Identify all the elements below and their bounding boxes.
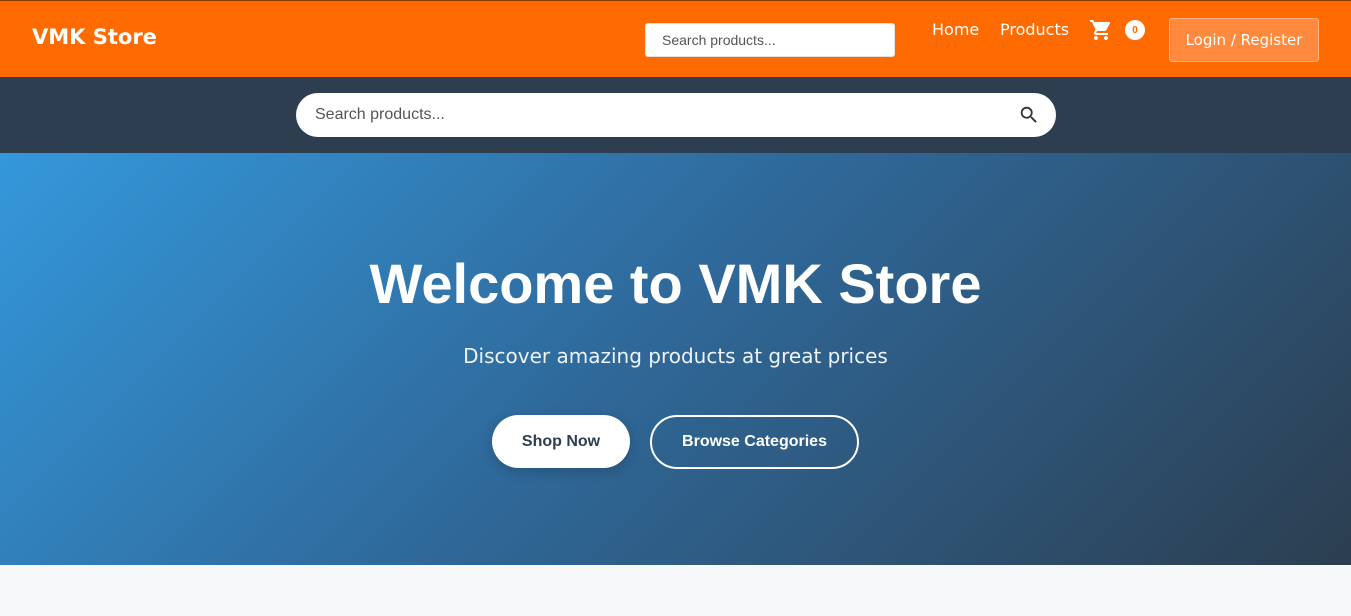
main-search-box [296,93,1056,137]
hero-banner: Welcome to VMK Store Discover amazing pr… [0,153,1351,565]
cart-count-badge: 0 [1125,20,1145,40]
search-band [0,77,1351,153]
hero-subtitle: Discover amazing products at great price… [463,344,888,368]
hero-title: Welcome to VMK Store [369,252,982,315]
brand-logo[interactable]: VMK Store [32,25,157,49]
login-register-button[interactable]: Login / Register [1169,18,1319,62]
nav-products-link[interactable]: Products [1000,20,1069,39]
shopping-cart-icon[interactable] [1088,18,1114,42]
shop-now-button[interactable]: Shop Now [492,415,630,468]
search-icon[interactable] [1018,104,1040,126]
top-navbar: VMK Store Home Products 0 Login / Regist… [0,0,1351,77]
browse-categories-button[interactable]: Browse Categories [650,415,859,469]
header-search-input[interactable] [645,23,895,57]
nav-home-link[interactable]: Home [932,20,979,39]
main-search-input[interactable] [296,93,996,137]
